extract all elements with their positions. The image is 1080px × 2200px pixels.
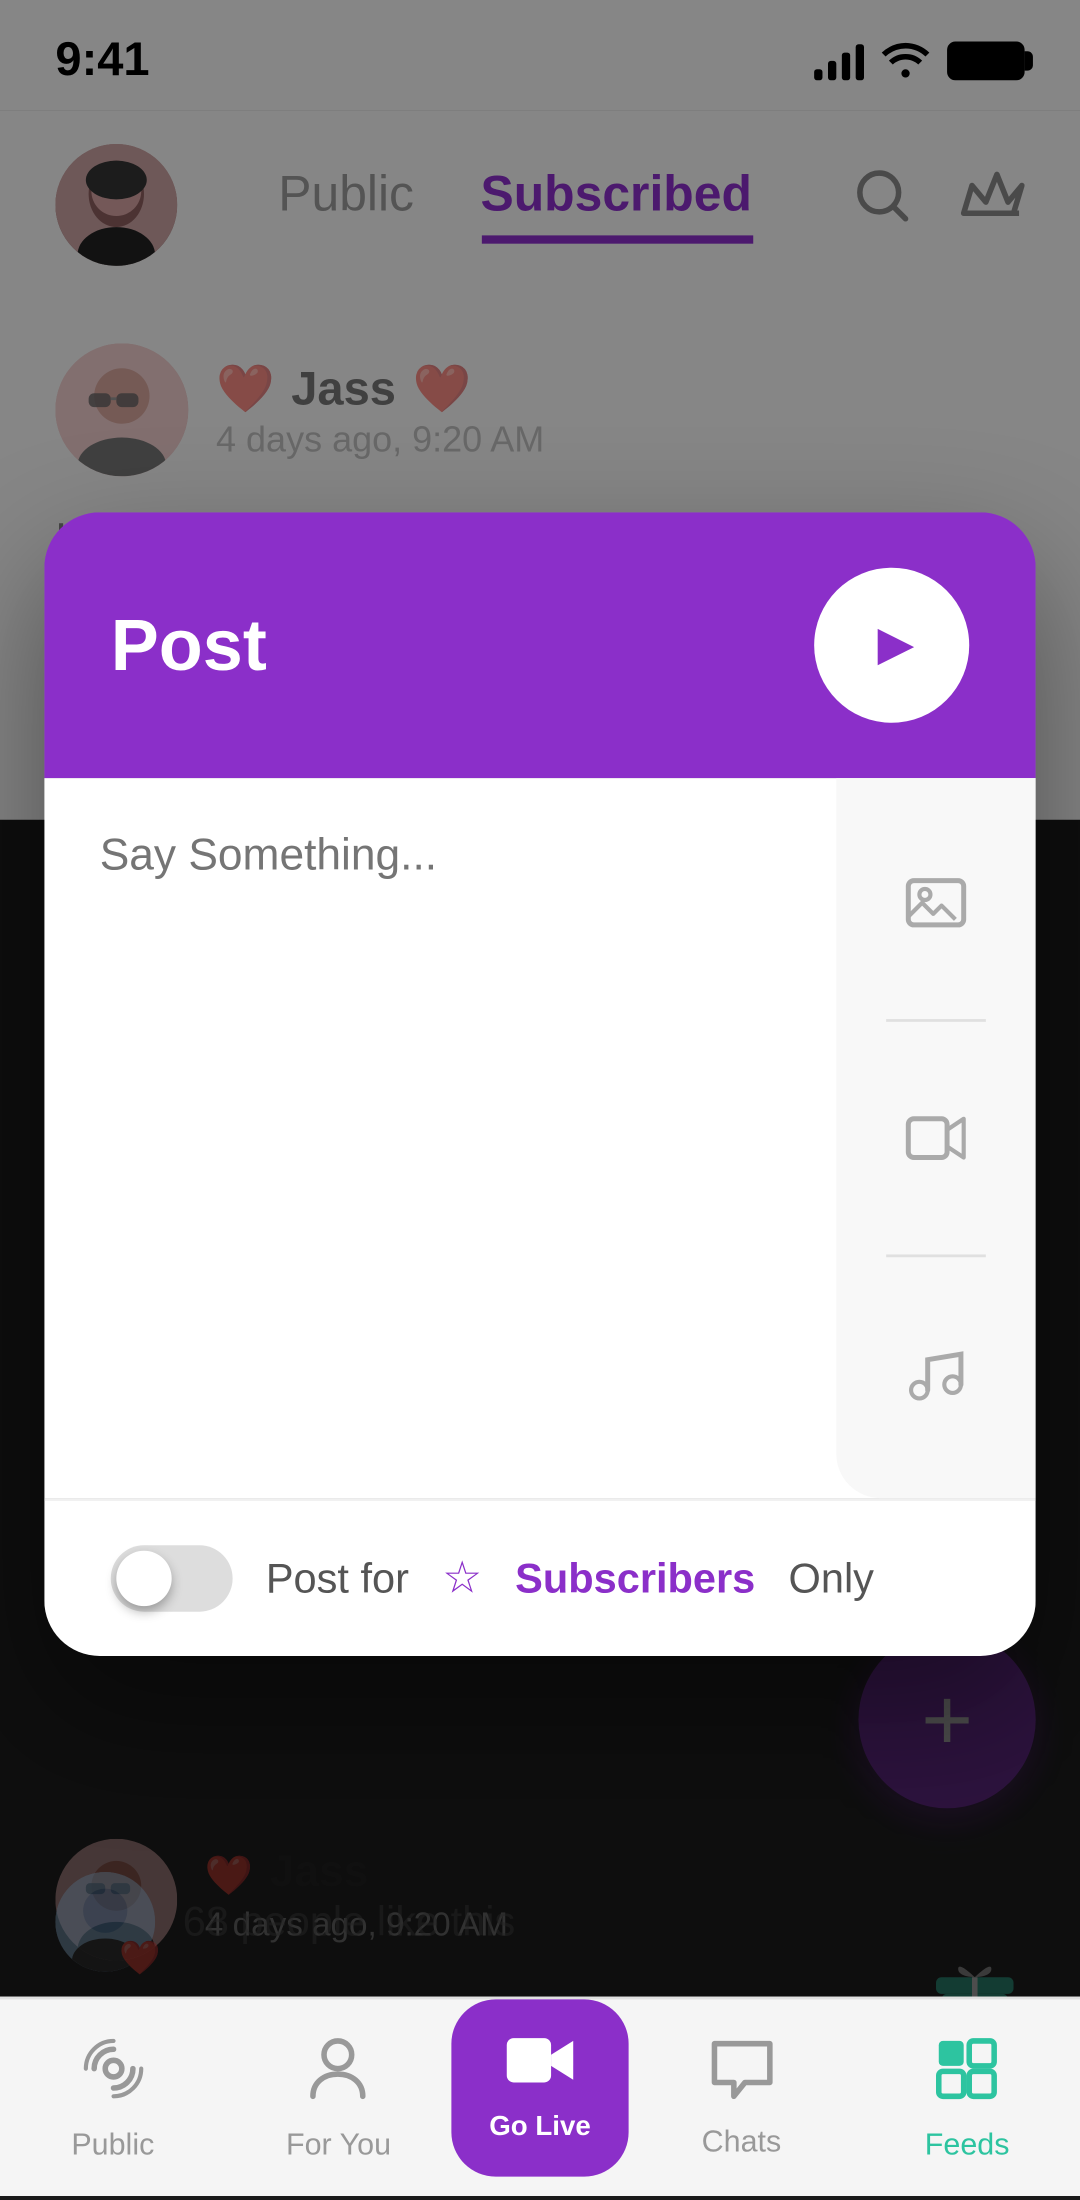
toggle-knob [116,1551,171,1606]
broadcast-icon [80,2034,146,2117]
modal-header: Post ► [44,512,1035,778]
go-live-label: Go Live [489,2113,591,2143]
subscribers-toggle[interactable] [111,1545,233,1611]
person-icon [308,2034,369,2117]
nav-feeds[interactable]: Feeds [854,2034,1080,2161]
star-icon: ☆ [442,1551,482,1606]
only-label: Only [789,1555,874,1602]
nav-public[interactable]: Public [0,2034,226,2161]
music-upload-button[interactable] [875,1313,997,1435]
send-arrow-icon: ► [866,609,926,681]
nav-chats-label: Chats [702,2125,782,2158]
video-camera-icon [504,2030,576,2108]
nav-chats[interactable]: Chats [629,2037,855,2159]
nav-public-label: Public [71,2128,154,2161]
modal-body [44,778,1035,1498]
modal-title: Post [111,602,267,688]
bottom-navigation: Public For You Go Live Chats [0,1997,1080,2196]
nav-feeds-label: Feeds [925,2128,1010,2161]
post-text-input[interactable] [100,834,781,1388]
nav-for-you-label: For You [286,2128,391,2161]
image-upload-button[interactable] [875,842,997,964]
go-live-button[interactable]: Go Live [451,1998,628,2175]
nav-go-live[interactable]: Go Live [451,1998,628,2197]
subscribers-label[interactable]: Subscribers [515,1555,755,1602]
tool-divider-2 [886,1254,986,1257]
tool-divider-1 [886,1019,986,1022]
modal-footer: Post for ☆ Subscribers Only [44,1498,1035,1656]
feeds-icon [934,2034,1000,2117]
post-for-label: Post for [266,1555,409,1602]
video-upload-button[interactable] [875,1077,997,1199]
post-input-area [44,778,836,1498]
media-tools [836,778,1035,1498]
send-button[interactable]: ► [814,568,969,723]
post-modal: Post ► [44,512,1035,1656]
chat-icon [708,2037,774,2115]
nav-for-you[interactable]: For You [226,2034,452,2161]
